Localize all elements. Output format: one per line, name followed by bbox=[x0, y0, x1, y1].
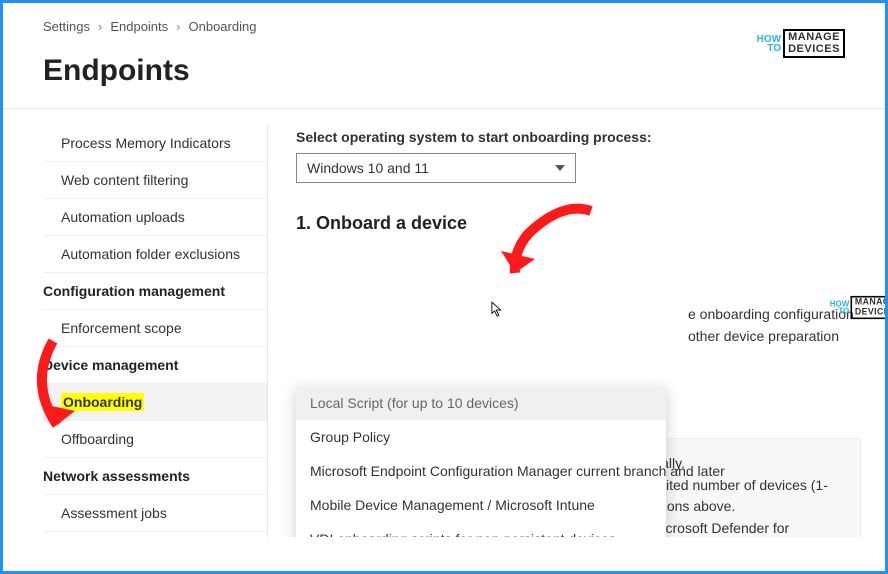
onboard-section-heading: 1. Onboard a device bbox=[296, 213, 861, 234]
sidebar-item-automation-folder[interactable]: Automation folder exclusions bbox=[43, 236, 267, 273]
sidebar-item-assessment-jobs[interactable]: Assessment jobs bbox=[43, 495, 267, 532]
sidebar-nav[interactable]: Process Memory Indicators Web content fi… bbox=[43, 125, 268, 537]
sidebar-heading-device-mgmt: Device management bbox=[43, 347, 267, 384]
sidebar-heading-config-mgmt: Configuration management bbox=[43, 273, 267, 310]
method-option-local-script[interactable]: Local Script (for up to 10 devices) bbox=[296, 386, 666, 420]
method-option-mecm[interactable]: Microsoft Endpoint Configuration Manager… bbox=[296, 454, 666, 488]
method-option-mdm-intune[interactable]: Mobile Device Management / Microsoft Int… bbox=[296, 488, 666, 522]
breadcrumb-endpoints[interactable]: Endpoints bbox=[110, 19, 168, 34]
chevron-down-icon bbox=[555, 165, 565, 171]
breadcrumb-separator: › bbox=[176, 19, 180, 34]
logo-to: TO bbox=[830, 308, 850, 315]
method-option-vdi[interactable]: VDI onboarding scripts for non-persisten… bbox=[296, 522, 666, 537]
sidebar-item-onboarding[interactable]: Onboarding bbox=[43, 384, 267, 421]
sidebar-item-enforcement-scope[interactable]: Enforcement scope bbox=[43, 310, 267, 347]
sidebar-item-automation-uploads[interactable]: Automation uploads bbox=[43, 199, 267, 236]
logo-to: TO bbox=[757, 44, 781, 53]
breadcrumb: Settings › Endpoints › Onboarding bbox=[43, 19, 845, 34]
logo-devices: DEVICES bbox=[788, 44, 840, 56]
brand-logo: HOW TO MANAGE DEVICES bbox=[757, 29, 845, 58]
sidebar-heading-network: Network assessments bbox=[43, 458, 267, 495]
os-select[interactable]: Windows 10 and 11 bbox=[296, 153, 576, 183]
cursor-pointer-icon bbox=[491, 301, 505, 319]
logo-manage: MANAGE bbox=[788, 32, 840, 44]
breadcrumb-settings[interactable]: Settings bbox=[43, 19, 90, 34]
breadcrumb-onboarding[interactable]: Onboarding bbox=[189, 19, 257, 34]
page-title: Endpoints bbox=[43, 54, 845, 88]
os-select-label: Select operating system to start onboard… bbox=[296, 129, 861, 145]
sidebar-item-process-memory[interactable]: Process Memory Indicators bbox=[43, 125, 267, 162]
breadcrumb-separator: › bbox=[98, 19, 102, 34]
sidebar-item-offboarding[interactable]: Offboarding bbox=[43, 421, 267, 458]
os-select-value: Windows 10 and 11 bbox=[307, 160, 429, 176]
deployment-method-dropdown[interactable]: Local Script (for up to 10 devices) Grou… bbox=[296, 386, 666, 416]
logo-devices: DEVICES bbox=[855, 308, 885, 317]
method-option-group-policy[interactable]: Group Policy bbox=[296, 420, 666, 454]
sidebar-item-web-content[interactable]: Web content filtering bbox=[43, 162, 267, 199]
brand-logo-watermark: HOW TO MANAGE DEVICES bbox=[830, 296, 844, 319]
deployment-method-listbox[interactable]: Local Script (for up to 10 devices) Grou… bbox=[296, 386, 666, 537]
